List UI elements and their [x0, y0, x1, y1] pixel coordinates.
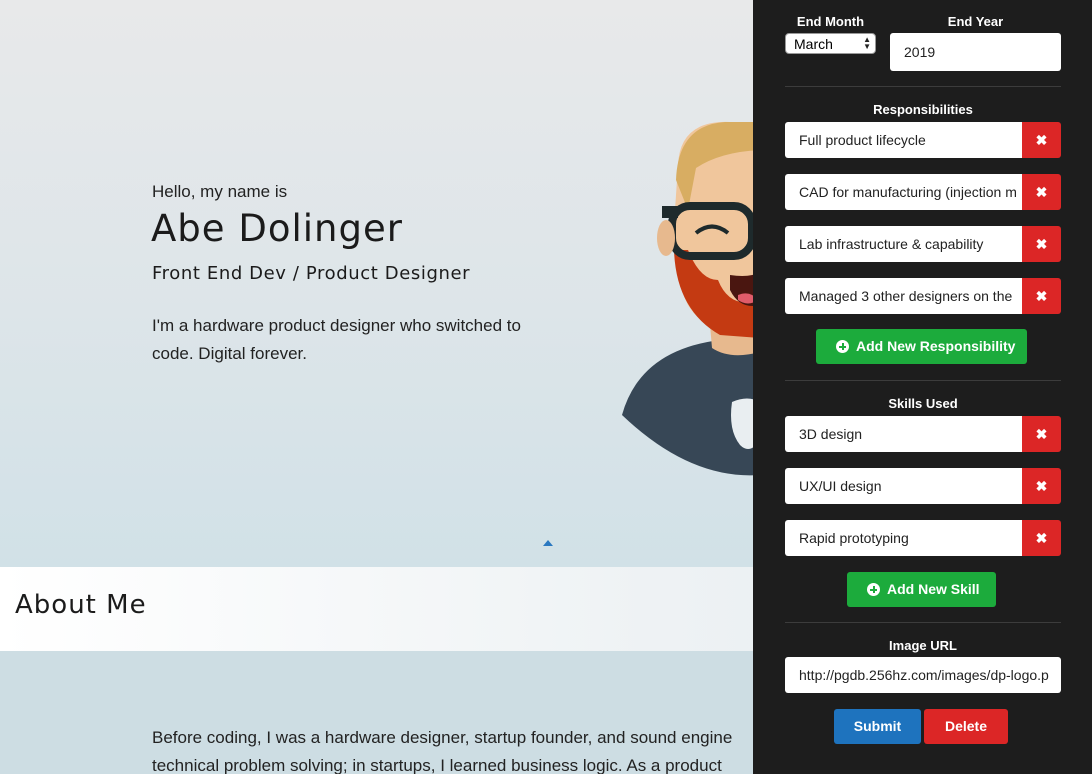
end-month-select[interactable]: March ▲ ▼ [785, 33, 876, 54]
remove-skill-button[interactable]: ✖ [1022, 520, 1061, 556]
remove-responsibility-button[interactable]: ✖ [1022, 122, 1061, 158]
skills-label: Skills Used [888, 396, 958, 411]
close-icon: ✖ [1035, 478, 1048, 494]
close-icon: ✖ [1035, 426, 1048, 442]
plus-circle-icon [867, 583, 880, 596]
responsibility-input[interactable]: CAD for manufacturing (injection m [785, 174, 1022, 210]
hero-name: Abe Dolinger [151, 207, 403, 250]
submit-button[interactable]: Submit [834, 709, 921, 744]
hero-greeting: Hello, my name is [152, 182, 288, 201]
image-url-label: Image URL [889, 638, 957, 653]
image-url-input[interactable]: http://pgdb.256hz.com/images/dp-logo.p [785, 657, 1061, 693]
remove-responsibility-button[interactable]: ✖ [1022, 174, 1061, 210]
delete-button[interactable]: Delete [924, 709, 1008, 744]
responsibility-input[interactable]: Lab infrastructure & capability [785, 226, 1022, 262]
end-month-label: End Month [796, 14, 865, 29]
responsibility-input[interactable]: Full product lifecycle [785, 122, 1022, 158]
add-responsibility-label: Add New Responsibility [856, 338, 1016, 354]
hero-blurb: I'm a hardware product designer who swit… [152, 316, 521, 363]
close-icon: ✖ [1035, 132, 1048, 148]
add-skill-label: Add New Skill [887, 581, 980, 597]
remove-responsibility-button[interactable]: ✖ [1022, 226, 1061, 262]
about-title: About Me [15, 590, 147, 620]
close-icon: ✖ [1035, 288, 1048, 304]
add-responsibility-button[interactable]: Add New Responsibility [816, 329, 1027, 364]
skill-input[interactable]: Rapid prototyping [785, 520, 1022, 556]
end-month-value: March [794, 36, 833, 52]
responsibilities-label: Responsibilities [873, 102, 973, 117]
scroll-up-arrow-icon[interactable] [543, 540, 553, 546]
edit-job-panel: End Month End Year March ▲ ▼ 2019 Respons… [753, 0, 1092, 774]
skill-input[interactable]: UX/UI design [785, 468, 1022, 504]
end-year-label: End Year [947, 14, 1004, 29]
remove-responsibility-button[interactable]: ✖ [1022, 278, 1061, 314]
skill-input[interactable]: 3D design [785, 416, 1022, 452]
responsibility-input[interactable]: Managed 3 other designers on the [785, 278, 1022, 314]
close-icon: ✖ [1035, 184, 1048, 200]
add-skill-button[interactable]: Add New Skill [847, 572, 996, 607]
close-icon: ✖ [1035, 530, 1048, 546]
hero-role: Front End Dev / Product Designer [152, 263, 471, 284]
divider [785, 86, 1061, 87]
select-arrows-icon: ▲ ▼ [863, 35, 871, 51]
plus-circle-icon [836, 340, 849, 353]
divider [785, 380, 1061, 381]
end-year-input[interactable]: 2019 [890, 33, 1061, 71]
close-icon: ✖ [1035, 236, 1048, 252]
divider [785, 622, 1061, 623]
remove-skill-button[interactable]: ✖ [1022, 468, 1061, 504]
remove-skill-button[interactable]: ✖ [1022, 416, 1061, 452]
avatar-illustration [622, 121, 760, 476]
